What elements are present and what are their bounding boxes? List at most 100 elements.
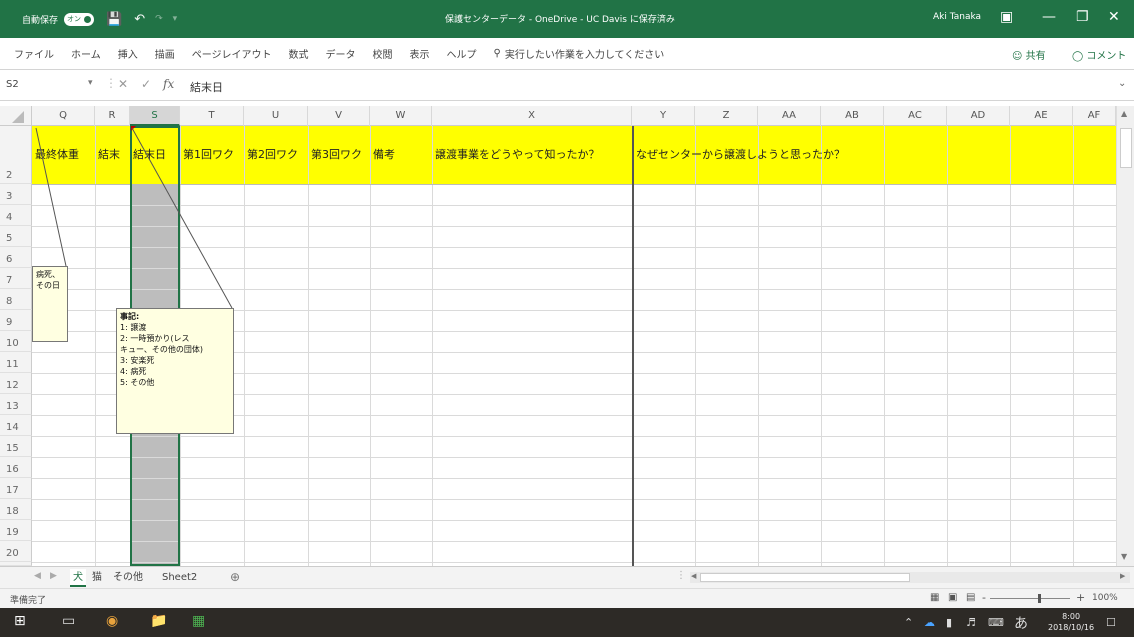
zoom-out-icon[interactable]: - (982, 591, 986, 604)
expand-formula-bar-icon[interactable]: ⌄ (1118, 78, 1126, 89)
sheet-tab-other[interactable]: その他 (113, 569, 143, 587)
row-header-14[interactable]: 14 (0, 415, 32, 436)
customize-toolbar-icon[interactable]: ▾ (173, 14, 178, 24)
tab-view[interactable]: 表示 (410, 46, 430, 61)
zoom-level[interactable]: 100% (1092, 593, 1118, 603)
column-header-w[interactable]: W (370, 106, 432, 126)
row-header-15[interactable]: 15 (0, 436, 32, 457)
comment-box-s[interactable]: 事記: 1: 譲渡 2: 一時預かり(レス キュー、その他の団体) 3: 安楽死… (116, 308, 234, 434)
page-break-view-icon[interactable]: ▤ (966, 592, 975, 603)
name-box-dropdown-icon[interactable]: ▾ (88, 78, 93, 88)
windows-start-icon[interactable]: ⊞ (14, 613, 26, 629)
worksheet-grid[interactable]: 最終体重 結末 結末日 第1回ワク 第2回ワク 第3回ワク 備考 譲渡事業をどう… (32, 126, 1116, 566)
ime-indicator[interactable]: あ (1014, 613, 1028, 633)
formula-input[interactable]: 結末日 (190, 79, 223, 95)
column-header-z[interactable]: Z (695, 106, 758, 126)
redo-icon[interactable]: ↷ (155, 14, 163, 24)
row-header-20[interactable]: 20 (0, 541, 32, 562)
row-header-17[interactable]: 17 (0, 478, 32, 499)
sheet-tab-cat[interactable]: 猫 (92, 569, 102, 587)
tab-file[interactable]: ファイル (14, 46, 54, 61)
tab-review[interactable]: 校閲 (373, 46, 393, 61)
tab-draw[interactable]: 描画 (155, 46, 175, 61)
tab-data[interactable]: データ (326, 46, 356, 61)
undo-icon[interactable]: ↶ (134, 12, 145, 27)
row-header-7[interactable]: 7 (0, 268, 32, 289)
column-header-y[interactable]: Y (632, 106, 695, 126)
excel-app-icon[interactable]: ▦ (192, 613, 205, 629)
restore-icon[interactable]: ❐ (1076, 9, 1089, 25)
file-explorer-icon[interactable]: 📁 (150, 613, 167, 629)
row-header-18[interactable]: 18 (0, 499, 32, 520)
chrome-icon[interactable]: ◉ (106, 613, 118, 629)
row-header-10[interactable]: 10 (0, 331, 32, 352)
row-header-6[interactable]: 6 (0, 247, 32, 268)
user-name[interactable]: Aki Tanaka (933, 12, 981, 22)
horizontal-scrollbar[interactable]: ◀ ▶ (690, 572, 1130, 583)
column-header-af[interactable]: AF (1073, 106, 1116, 126)
row-header-2[interactable]: 2 (0, 126, 32, 184)
volume-icon[interactable]: ♬ (966, 616, 976, 629)
tab-page-layout[interactable]: ページレイアウト (192, 46, 272, 61)
comment-box-q[interactable]: 病死、 その日 (32, 266, 68, 342)
zoom-in-icon[interactable]: + (1076, 591, 1085, 604)
share-button[interactable]: ☺ 共有 (1012, 47, 1046, 62)
row-header-16[interactable]: 16 (0, 457, 32, 478)
ribbon-display-options-icon[interactable]: ▣ (1000, 9, 1013, 25)
row-header-9[interactable]: 9 (0, 310, 32, 331)
cancel-entry-icon[interactable]: ✕ (118, 77, 128, 91)
row-header-19[interactable]: 19 (0, 520, 32, 541)
scroll-up-icon[interactable]: ▲ (1121, 109, 1127, 118)
column-header-ab[interactable]: AB (821, 106, 884, 126)
row-header-8[interactable]: 8 (0, 289, 32, 310)
vertical-scroll-thumb[interactable] (1120, 128, 1132, 168)
column-header-ae[interactable]: AE (1010, 106, 1073, 126)
scroll-left-icon[interactable]: ◀ (691, 572, 696, 580)
column-header-s[interactable]: S (130, 106, 180, 126)
row-header-4[interactable]: 4 (0, 205, 32, 226)
zoom-slider[interactable] (990, 598, 1070, 599)
column-header-ac[interactable]: AC (884, 106, 947, 126)
minimize-icon[interactable]: — (1042, 9, 1056, 25)
tell-me-search[interactable]: ⚲ 実行したい作業を入力してください (494, 46, 665, 61)
enter-check-icon[interactable]: ✓ (141, 77, 151, 91)
notifications-icon[interactable]: ☐ (1106, 616, 1116, 629)
tab-home[interactable]: ホーム (71, 46, 101, 61)
column-header-t[interactable]: T (180, 106, 244, 126)
onedrive-icon[interactable]: ☁ (924, 616, 935, 629)
save-icon[interactable]: 💾 (106, 12, 122, 27)
show-hidden-icons-icon[interactable]: ⌃ (904, 616, 913, 629)
add-sheet-icon[interactable]: ⊕ (230, 570, 240, 584)
column-header-aa[interactable]: AA (758, 106, 821, 126)
column-header-u[interactable]: U (244, 106, 308, 126)
column-header-ad[interactable]: AD (947, 106, 1010, 126)
autosave-toggle[interactable]: オン (64, 12, 95, 26)
insert-function-icon[interactable]: fx (163, 77, 174, 91)
vertical-scrollbar[interactable]: ▲ ▼ (1116, 106, 1134, 566)
next-sheet-icon[interactable]: ▶ (50, 571, 57, 581)
sheet-tab-dog[interactable]: 犬 (70, 569, 86, 587)
keyboard-icon[interactable]: ⌨ (988, 616, 1004, 629)
normal-view-icon[interactable]: ▦ (930, 592, 939, 603)
row-header-13[interactable]: 13 (0, 394, 32, 415)
scroll-down-icon[interactable]: ▼ (1121, 552, 1127, 561)
column-header-q[interactable]: Q (32, 106, 95, 126)
column-header-r[interactable]: R (95, 106, 130, 126)
task-view-icon[interactable]: ▭ (62, 613, 75, 629)
row-header-3[interactable]: 3 (0, 184, 32, 205)
system-clock[interactable]: 8:00 2018/10/16 (1048, 611, 1094, 633)
row-header-5[interactable]: 5 (0, 226, 32, 247)
zoom-slider-thumb[interactable] (1038, 594, 1041, 603)
comments-button[interactable]: ◯ コメント (1072, 47, 1126, 62)
battery-icon[interactable]: ▮ (946, 616, 952, 629)
scroll-right-icon[interactable]: ▶ (1120, 572, 1125, 580)
name-box[interactable]: S2 (6, 79, 84, 90)
column-header-v[interactable]: V (308, 106, 370, 126)
select-all-button[interactable] (0, 106, 32, 126)
row-header-11[interactable]: 11 (0, 352, 32, 373)
close-icon[interactable]: ✕ (1108, 9, 1120, 25)
tab-split-handle-icon[interactable]: ⋮ (676, 570, 686, 581)
column-header-x[interactable]: X (432, 106, 632, 126)
prev-sheet-icon[interactable]: ◀ (34, 571, 41, 581)
horizontal-scroll-thumb[interactable] (700, 573, 910, 582)
